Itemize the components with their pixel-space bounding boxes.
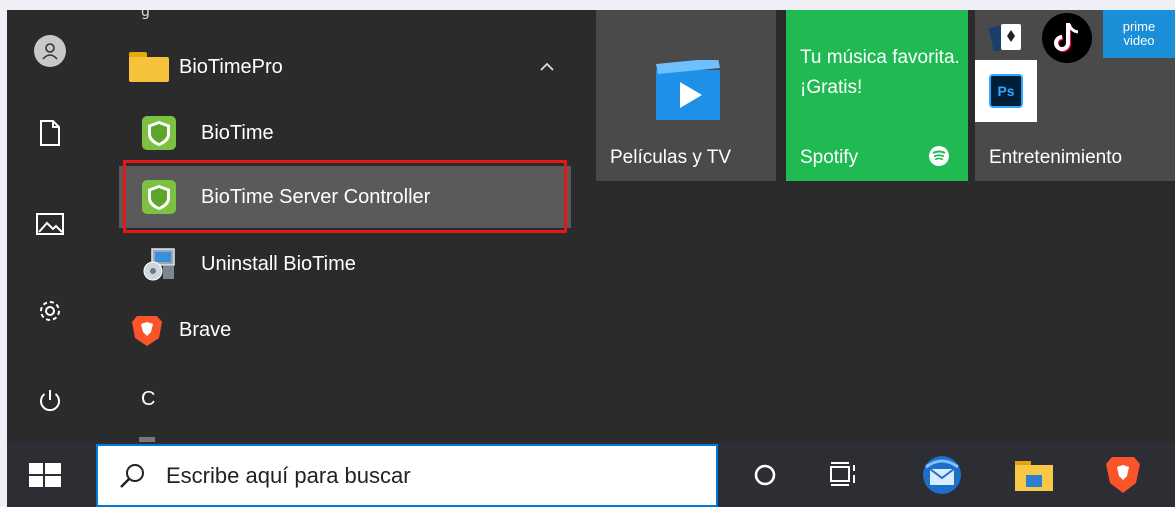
- brave-icon: [132, 316, 162, 346]
- tile-spotify[interactable]: Tu música favorita. ¡Gratis! Spotify: [786, 10, 968, 181]
- photoshop-text: Ps: [997, 83, 1015, 99]
- prime-video-icon: prime video: [1103, 10, 1175, 58]
- task-view-icon: [830, 462, 855, 486]
- search-icon: [120, 463, 144, 488]
- pictures-icon: [36, 213, 64, 235]
- tile-entretenimiento[interactable]: prime video Ps Entretenimiento: [975, 10, 1175, 181]
- taskbar-search-box[interactable]: Escribe aquí para buscar: [96, 444, 718, 507]
- mail-icon: [923, 456, 961, 494]
- movies-tv-icon: [656, 60, 720, 120]
- brave-taskbar-button[interactable]: [1100, 452, 1146, 498]
- user-account-button[interactable]: [29, 30, 71, 72]
- tile-peliculas-y-tv[interactable]: Películas y TV: [596, 10, 776, 181]
- folder-biotimepro[interactable]: BioTimePro: [119, 36, 571, 98]
- prime-text: prime: [1122, 19, 1156, 34]
- folder-label: BioTimePro: [179, 55, 283, 78]
- biotime-icon: [142, 116, 176, 150]
- entretenimiento-label: Entretenimiento: [989, 147, 1123, 168]
- file-explorer-icon: [1015, 461, 1053, 491]
- video-text: video: [1123, 33, 1155, 48]
- tiktok-icon: [1039, 10, 1095, 66]
- start-rail: [7, 10, 95, 442]
- cortana-button[interactable]: [742, 452, 788, 498]
- biotime-label: BioTime: [201, 121, 274, 144]
- uninstall-biotime-label: Uninstall BioTime: [201, 252, 356, 275]
- solitaire-icon: [979, 10, 1035, 66]
- windows-start-icon: [29, 463, 61, 487]
- chevron-up-icon: [540, 62, 554, 71]
- spotify-label: Spotify: [800, 147, 859, 168]
- uninstall-icon: [143, 248, 175, 281]
- highlight-annotation: [123, 160, 567, 233]
- photoshop-tile: Ps: [975, 60, 1037, 122]
- brave-label: Brave: [179, 318, 232, 341]
- peliculas-label: Películas y TV: [610, 147, 732, 168]
- brave-icon: [1106, 457, 1140, 493]
- list-item-brave[interactable]: Brave: [119, 299, 571, 361]
- file-explorer-button[interactable]: [1011, 452, 1057, 498]
- folder-icon: [129, 52, 169, 82]
- power-icon: [40, 390, 60, 412]
- documents-button[interactable]: [29, 112, 71, 154]
- document-icon: [40, 120, 60, 146]
- taskbar: Escribe aquí para buscar: [7, 442, 1175, 507]
- list-item-uninstall-biotime[interactable]: Uninstall BioTime: [119, 233, 571, 295]
- task-view-button[interactable]: [820, 452, 866, 498]
- photoshop-icon: Ps: [989, 74, 1023, 108]
- mail-button[interactable]: [919, 452, 965, 498]
- search-placeholder: Escribe aquí para buscar: [166, 462, 411, 488]
- start-menu: g BioTimePro BioTime BioTime Server Cont…: [7, 10, 1175, 442]
- settings-button[interactable]: [29, 290, 71, 332]
- pictures-button[interactable]: [29, 203, 71, 245]
- spotify-promo-text: Tu música favorita. ¡Gratis!: [800, 47, 960, 98]
- start-button[interactable]: [25, 459, 69, 493]
- user-icon: [34, 35, 66, 67]
- letter-header-c[interactable]: C: [141, 388, 155, 411]
- list-item-biotime[interactable]: BioTime: [119, 102, 571, 164]
- settings-icon: [40, 301, 60, 321]
- power-button[interactable]: [29, 380, 71, 422]
- partial-group-letter: g: [141, 10, 150, 20]
- cortana-icon: [754, 464, 776, 486]
- spotify-icon: [929, 146, 949, 166]
